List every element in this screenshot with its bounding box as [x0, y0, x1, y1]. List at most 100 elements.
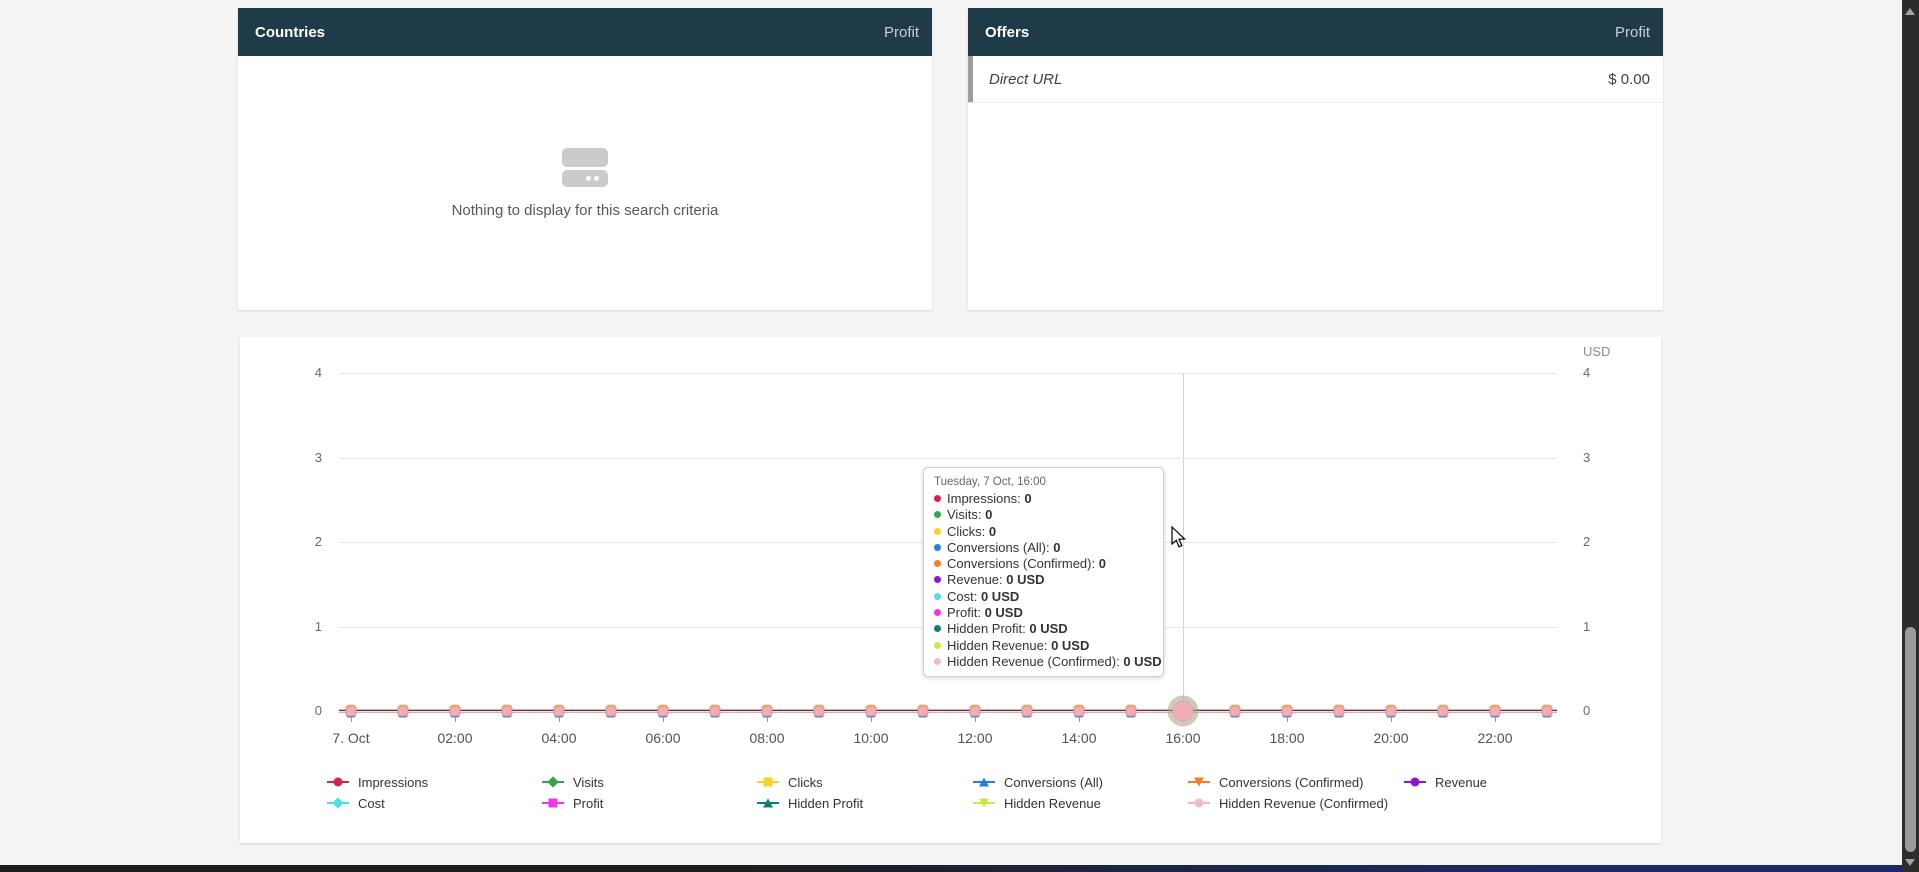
x-axis-label: 12:00: [940, 730, 1010, 746]
tooltip-metric-row: Profit: 0 USD: [934, 605, 1153, 621]
x-axis-label: 20:00: [1356, 730, 1426, 746]
data-point-marker[interactable]: [658, 706, 669, 717]
countries-metric-header: Profit: [884, 24, 919, 41]
data-point-marker[interactable]: [1438, 706, 1449, 717]
legend-marker-icon: [973, 776, 995, 789]
countries-panel-header: Countries Profit: [238, 8, 932, 56]
scroll-up-arrow-icon[interactable]: [1905, 8, 1915, 15]
legend-label: Conversions (Confirmed): [1219, 775, 1364, 790]
data-point-marker[interactable]: [1334, 706, 1345, 717]
x-axis-label: 18:00: [1252, 730, 1322, 746]
data-point-marker[interactable]: [346, 706, 357, 717]
legend-item-hidden-profit[interactable]: Hidden Profit: [757, 794, 863, 812]
data-point-marker[interactable]: [554, 706, 565, 717]
legend-item-profit[interactable]: Profit: [542, 794, 603, 812]
data-point-marker[interactable]: [1230, 706, 1241, 717]
legend-item-hidden-revenue[interactable]: Hidden Revenue: [973, 794, 1101, 812]
offer-row-accent-bar: [968, 56, 973, 102]
legend-label: Cost: [358, 796, 385, 811]
offers-panel: Offers Profit Direct URL $ 0.00: [968, 8, 1663, 310]
legend-item-impressions[interactable]: Impressions: [327, 773, 428, 791]
data-point-marker[interactable]: [866, 706, 877, 717]
legend-marker-icon: [542, 776, 564, 789]
legend-label: Profit: [573, 796, 603, 811]
legend-marker-icon: [757, 797, 779, 810]
data-point-marker[interactable]: [814, 706, 825, 717]
data-point-marker[interactable]: [1386, 706, 1397, 717]
legend-item-visits[interactable]: Visits: [542, 773, 604, 791]
tooltip-metric-row: Hidden Revenue (Confirmed): 0 USD: [934, 654, 1153, 670]
legend-marker-icon: [1404, 776, 1426, 789]
x-axis-label: 06:00: [628, 730, 698, 746]
x-axis-label: 04:00: [524, 730, 594, 746]
data-point-marker[interactable]: [710, 706, 721, 717]
scrollbar-thumb[interactable]: [1905, 627, 1916, 852]
data-point-marker[interactable]: [606, 706, 617, 717]
legend-item-clicks[interactable]: Clicks: [757, 773, 823, 791]
x-axis-label: 10:00: [836, 730, 906, 746]
y-gridline: [339, 373, 1557, 374]
offers-metric-header: Profit: [1615, 24, 1650, 41]
legend-label: Clicks: [788, 775, 823, 790]
tooltip-metric-row: Revenue: 0 USD: [934, 572, 1153, 588]
x-axis-label: 02:00: [420, 730, 490, 746]
data-point-marker[interactable]: [398, 706, 409, 717]
data-point-marker[interactable]: [1542, 706, 1553, 717]
bottom-footer-strip: [0, 865, 1919, 872]
data-point-marker[interactable]: [918, 706, 929, 717]
tooltip-metric-row: Clicks: 0: [934, 524, 1153, 540]
legend-item-conversions-all-[interactable]: Conversions (All): [973, 773, 1103, 791]
x-axis-label: 7. Oct: [316, 730, 386, 746]
tooltip-title: Tuesday, 7 Oct, 16:00: [934, 476, 1153, 488]
y-gridline: [339, 458, 1557, 459]
x-axis-label: 16:00: [1148, 730, 1218, 746]
y-axis-label-right: 2: [1583, 534, 1633, 549]
legend-item-cost[interactable]: Cost: [327, 794, 385, 812]
scroll-down-arrow-icon[interactable]: [1905, 859, 1915, 866]
legend-label: Conversions (All): [1004, 775, 1103, 790]
data-point-marker[interactable]: [502, 706, 513, 717]
x-axis-label: 08:00: [732, 730, 802, 746]
mouse-cursor-icon: [1170, 526, 1190, 550]
data-point-marker[interactable]: [1022, 706, 1033, 717]
legend-marker-icon: [1188, 776, 1210, 789]
offer-row-direct-url[interactable]: Direct URL $ 0.00: [968, 56, 1663, 103]
countries-panel: Countries Profit Nothing to display for …: [238, 8, 932, 310]
data-point-marker[interactable]: [1490, 706, 1501, 717]
data-point-marker[interactable]: [1282, 706, 1293, 717]
y-axis-label-left: 1: [270, 619, 322, 634]
x-axis-label: 22:00: [1460, 730, 1530, 746]
series-dot-icon: [934, 593, 941, 600]
data-point-marker[interactable]: [1074, 706, 1085, 717]
data-point-marker[interactable]: [970, 706, 981, 717]
offer-name[interactable]: Direct URL: [989, 71, 1062, 88]
legend-item-conversions-confirmed-[interactable]: Conversions (Confirmed): [1188, 773, 1364, 791]
tooltip-metric-row: Impressions: 0: [934, 491, 1153, 507]
series-dot-icon: [934, 642, 941, 649]
data-point-marker[interactable]: [1126, 706, 1137, 717]
right-axis-unit-label: USD: [1583, 344, 1610, 359]
legend-marker-icon: [327, 797, 349, 810]
series-dot-icon: [934, 576, 941, 583]
legend-marker-icon: [973, 797, 995, 810]
hovered-data-point[interactable]: [1173, 701, 1194, 722]
offers-panel-header: Offers Profit: [968, 8, 1663, 56]
time-series-plot[interactable]: USD Tuesday, 7 Oct, 16:00 Impressions: 0…: [240, 337, 1661, 843]
legend-label: Impressions: [358, 775, 428, 790]
series-dot-icon: [934, 528, 941, 535]
empty-state-icon: [562, 148, 608, 188]
legend-item-revenue[interactable]: Revenue: [1404, 773, 1487, 791]
tooltip-metric-row: Conversions (All): 0: [934, 540, 1153, 556]
legend-label: Revenue: [1435, 775, 1487, 790]
y-axis-label-left: 2: [270, 534, 322, 549]
vertical-scrollbar[interactable]: [1902, 0, 1919, 872]
y-axis-label-right: 1: [1583, 619, 1633, 634]
series-dot-icon: [934, 560, 941, 567]
series-dot-icon: [934, 609, 941, 616]
legend-item-hidden-revenue-confirmed-[interactable]: Hidden Revenue (Confirmed): [1188, 794, 1388, 812]
series-dot-icon: [934, 658, 941, 665]
data-point-marker[interactable]: [450, 706, 461, 717]
y-axis-label-left: 0: [270, 703, 322, 718]
tooltip-metric-row: Visits: 0: [934, 507, 1153, 523]
data-point-marker[interactable]: [762, 706, 773, 717]
